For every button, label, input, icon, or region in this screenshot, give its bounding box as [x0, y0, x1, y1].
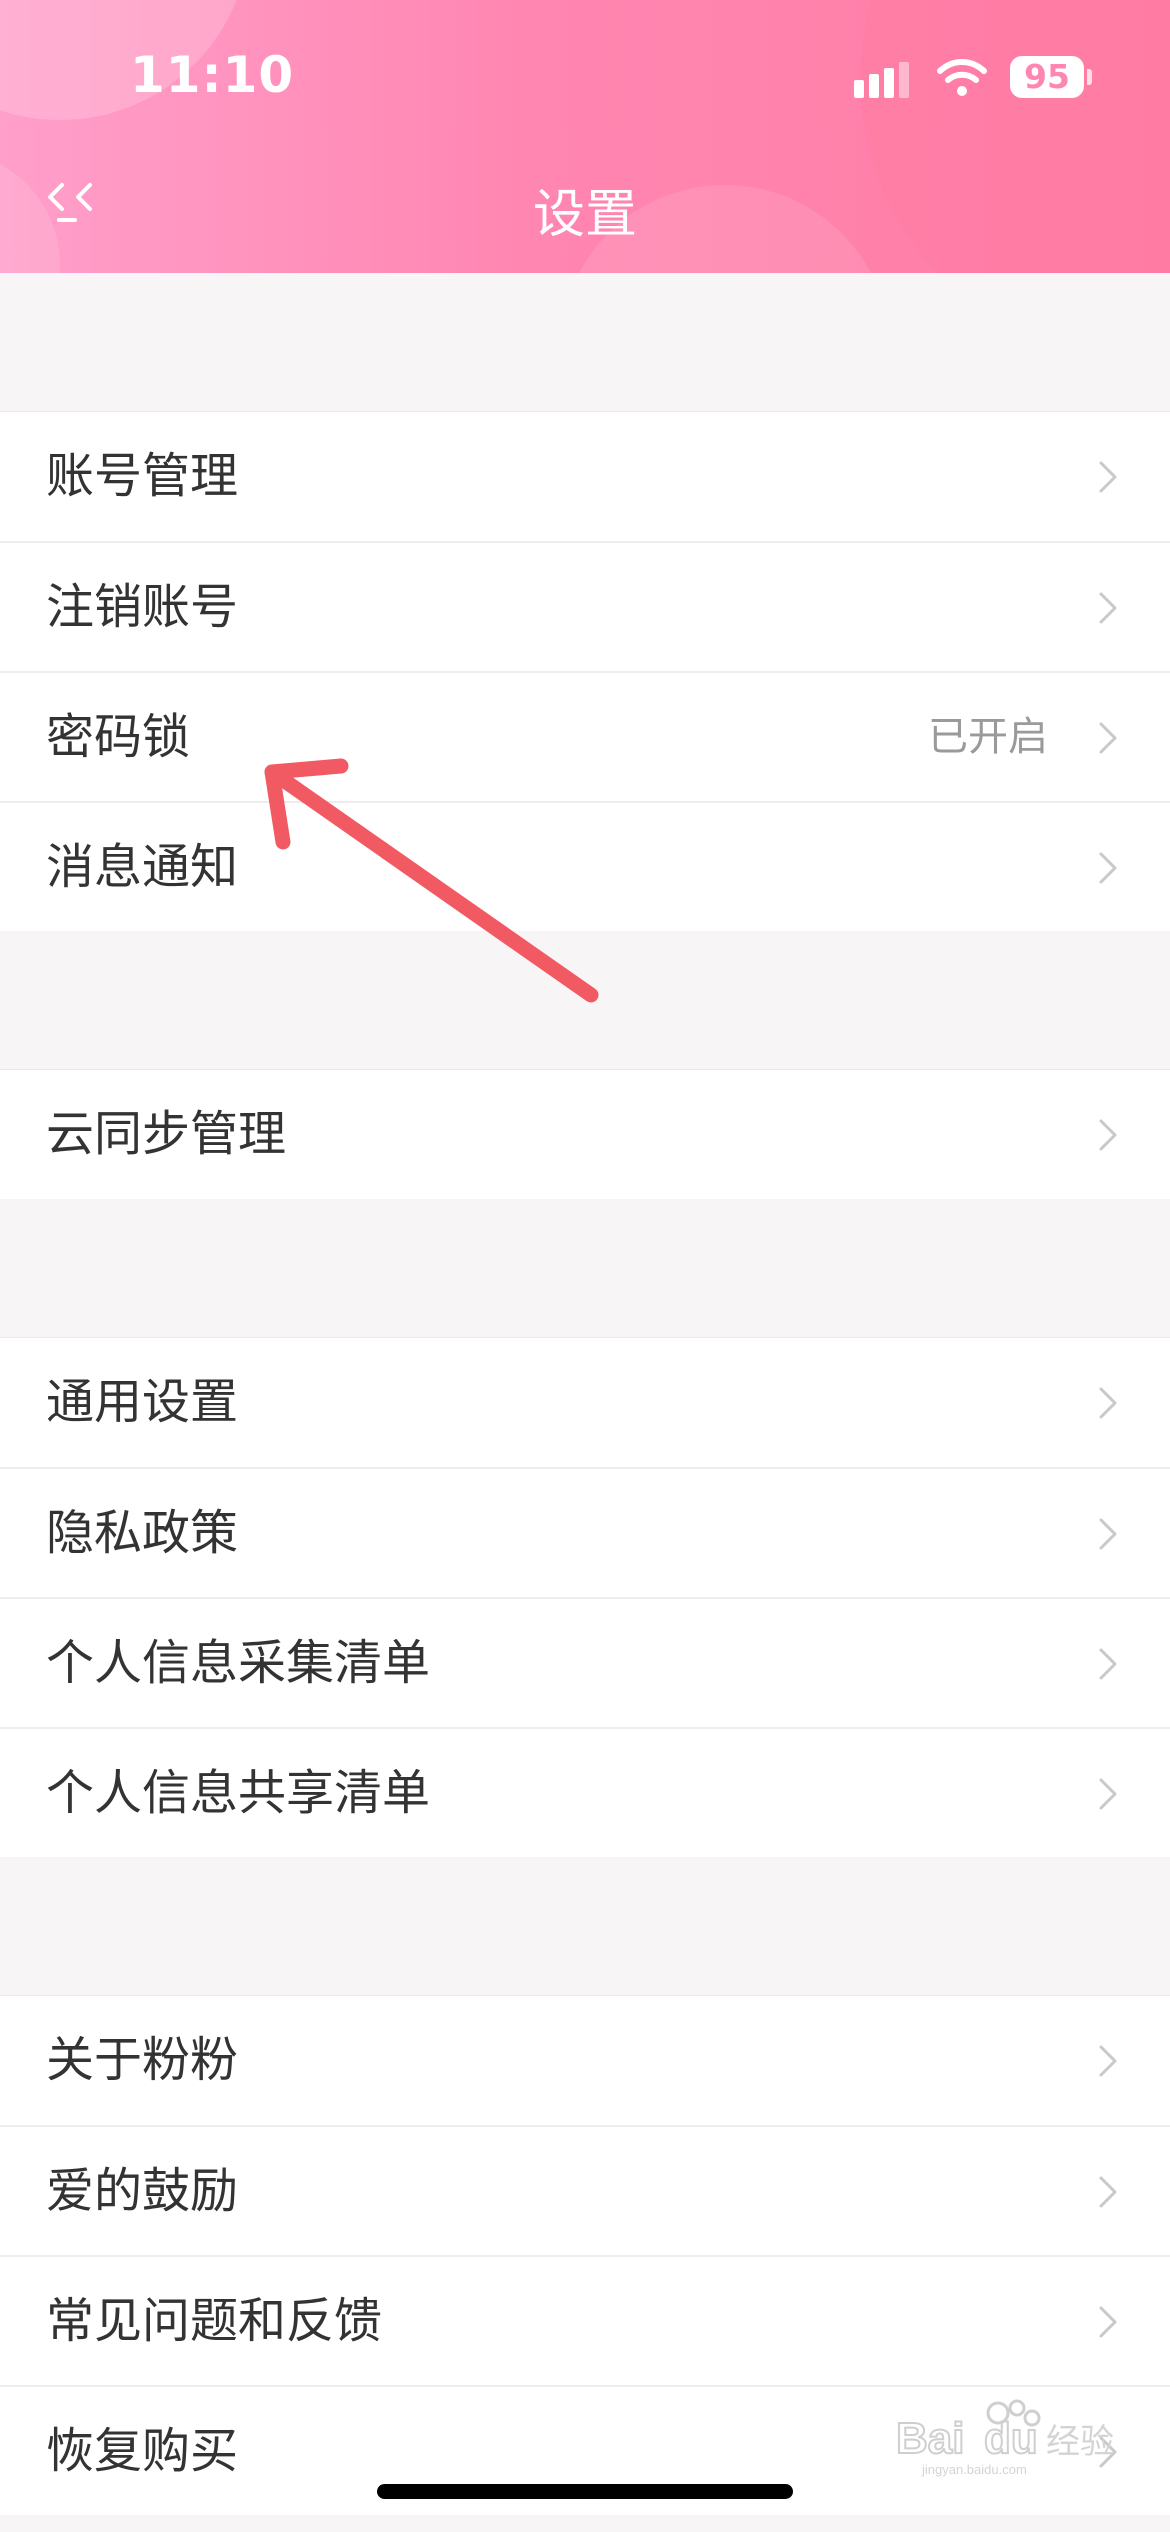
settings-row-label: 通用设置 [46, 1374, 239, 1430]
settings-row-label: 密码锁 [46, 709, 191, 765]
chevron-right-icon [1099, 461, 1117, 493]
battery-tip [1087, 69, 1092, 85]
chevron-right-icon [1099, 1648, 1117, 1680]
settings-row-cancel-account[interactable]: 注销账号 [0, 541, 1170, 671]
chevron-right-icon [1099, 1387, 1117, 1419]
svg-text:Bai: Bai [896, 2414, 964, 2463]
chevron-right-icon [1099, 2176, 1117, 2208]
section-gap [0, 273, 1170, 411]
chevron-right-icon [1099, 2306, 1117, 2338]
svg-text:经验: 经验 [1046, 2422, 1114, 2462]
battery-indicator: 95 [1010, 56, 1084, 98]
section-gap [0, 1199, 1170, 1337]
chevron-right-icon [1099, 722, 1117, 754]
settings-row-label: 关于粉粉 [46, 2032, 239, 2088]
svg-text:du: du [984, 2414, 1038, 2463]
settings-row-faq-feedback[interactable]: 常见问题和反馈 [0, 2255, 1170, 2385]
wifi-icon [937, 59, 987, 96]
settings-row-label: 个人信息采集清单 [46, 1635, 431, 1691]
pink-header: 11:10 95 设置 [0, 0, 1170, 273]
section-gap [0, 931, 1170, 1069]
settings-row-account-management[interactable]: 账号管理 [0, 411, 1170, 541]
chevron-right-icon [1099, 852, 1117, 884]
settings-row-password-lock[interactable]: 密码锁 已开启 [0, 671, 1170, 801]
settings-row-about[interactable]: 关于粉粉 [0, 1995, 1170, 2125]
section-gap [0, 1857, 1170, 1995]
settings-row-label: 隐私政策 [46, 1505, 239, 1561]
settings-row-encouragement[interactable]: 爱的鼓励 [0, 2125, 1170, 2255]
chevron-right-icon [1099, 1518, 1117, 1550]
settings-row-label: 消息通知 [46, 839, 239, 895]
home-indicator [377, 2484, 793, 2499]
chevron-right-icon [1099, 1119, 1117, 1151]
settings-row-label: 常见问题和反馈 [46, 2293, 383, 2349]
cloud-sync-group: 云同步管理 [0, 1069, 1170, 1199]
settings-row-label: 恢复购买 [46, 2423, 239, 2479]
settings-row-label: 爱的鼓励 [46, 2163, 239, 2219]
svg-text:jingyan.baidu.com: jingyan.baidu.com [921, 2462, 1027, 2477]
settings-row-label: 云同步管理 [46, 1106, 287, 1162]
settings-row-notifications[interactable]: 消息通知 [0, 801, 1170, 931]
general-privacy-group: 通用设置 隐私政策 个人信息采集清单 个人信息共享清单 [0, 1337, 1170, 1857]
chevron-right-icon [1099, 2045, 1117, 2077]
baidu-jingyan-watermark: Bai du 经验 jingyan.baidu.com [895, 2399, 1114, 2477]
settings-row-label: 账号管理 [46, 448, 239, 504]
settings-list: 账号管理 注销账号 密码锁 已开启 消息通知 云同步管理 通用设置 隐私政策 个… [0, 273, 1170, 2515]
settings-row-privacy-policy[interactable]: 隐私政策 [0, 1467, 1170, 1597]
status-time: 11:10 [130, 46, 295, 104]
account-settings-group: 账号管理 注销账号 密码锁 已开启 消息通知 [0, 411, 1170, 931]
settings-screen: 11:10 95 设置 账号管理 注销账号 密码锁 已开启 消息通知 云同步管理… [0, 0, 1170, 2532]
settings-row-general[interactable]: 通用设置 [0, 1337, 1170, 1467]
settings-row-personal-info-collection[interactable]: 个人信息采集清单 [0, 1597, 1170, 1727]
settings-row-cloud-sync[interactable]: 云同步管理 [0, 1069, 1170, 1199]
settings-row-label: 注销账号 [46, 579, 239, 635]
cellular-signal-icon [854, 62, 912, 98]
chevron-right-icon [1099, 592, 1117, 624]
chevron-right-icon [1099, 1778, 1117, 1810]
password-lock-status: 已开启 [928, 714, 1048, 760]
page-title: 设置 [532, 185, 637, 245]
settings-row-personal-info-sharing[interactable]: 个人信息共享清单 [0, 1727, 1170, 1857]
settings-row-label: 个人信息共享清单 [46, 1765, 431, 1821]
